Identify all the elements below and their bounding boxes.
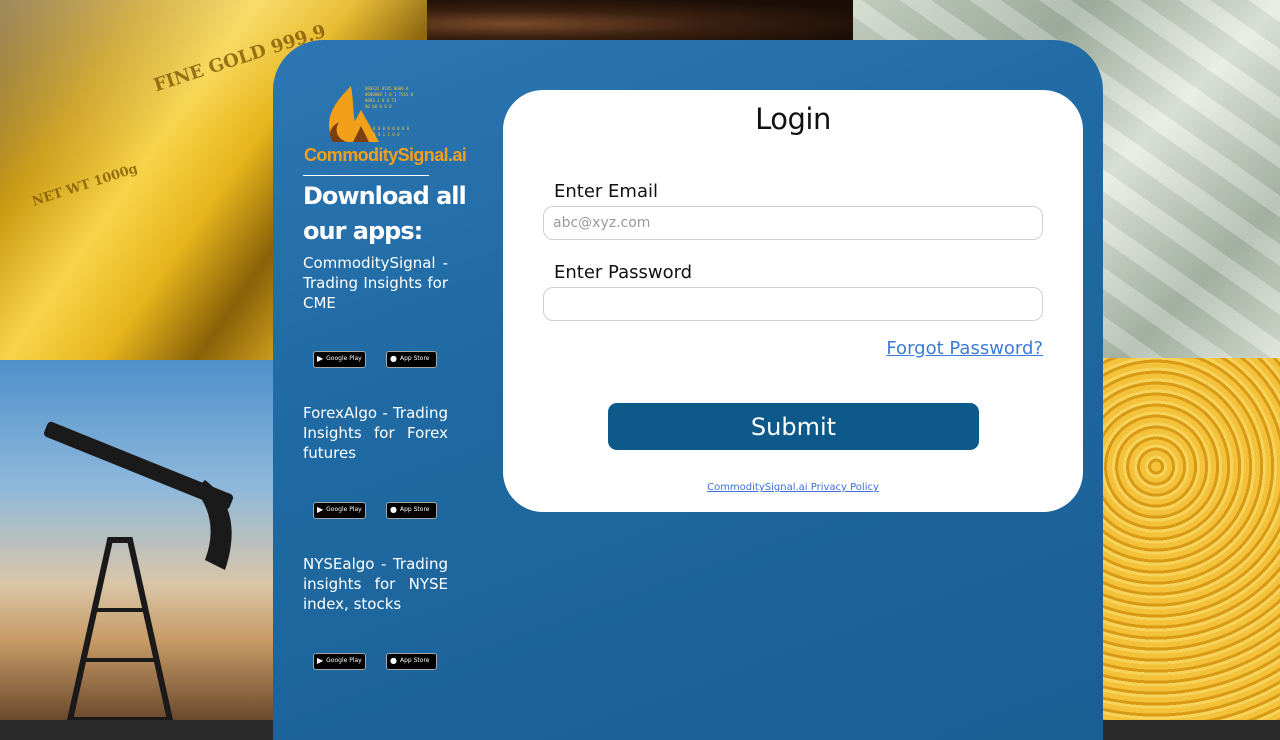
logo-divider: [303, 175, 429, 176]
oil-pump-background: [0, 360, 273, 720]
download-apps-heading: Download all our apps:: [303, 182, 467, 245]
login-title: Login: [755, 102, 831, 136]
submit-button[interactable]: Submit: [608, 403, 979, 450]
password-input[interactable]: [543, 287, 1043, 321]
google-play-badge[interactable]: ▶ Google Play: [313, 350, 366, 368]
forgot-password-link[interactable]: Forgot Password?: [886, 338, 1043, 359]
app-nysealgo: NYSEalgo - Trading insights for NYSE ind…: [303, 554, 448, 670]
corn-background: [1103, 358, 1280, 720]
google-play-badge[interactable]: ▶ Google Play: [313, 652, 366, 670]
google-play-icon: ▶: [317, 354, 324, 363]
store-badges: ▶ Google Play ● App Store: [303, 652, 448, 670]
flame-logo-icon: 000331 0185 0000 6 0000000 1 0 1 TSSS 0 …: [329, 86, 414, 142]
store-badges: ▶ Google Play ● App Store: [303, 350, 448, 368]
main-card: 000331 0185 0000 6 0000000 1 0 1 TSSS 0 …: [273, 40, 1103, 740]
google-play-badge-label: Google Play: [326, 657, 362, 664]
email-input[interactable]: [543, 206, 1043, 240]
apple-icon: ●: [390, 354, 397, 363]
google-play-icon: ▶: [317, 505, 324, 514]
coffee-beans-background: [427, 0, 853, 40]
email-label: Enter Email: [554, 181, 658, 202]
google-play-badge[interactable]: ▶ Google Play: [313, 501, 366, 519]
app-description: CommoditySignal - Trading Insights for C…: [303, 254, 448, 312]
apple-icon: ●: [390, 505, 397, 514]
apps-sidebar: 000331 0185 0000 6 0000000 1 0 1 TSSS 0 …: [303, 82, 467, 670]
app-store-badge-label: App Store: [399, 355, 430, 362]
app-store-badge-label: App Store: [399, 657, 430, 664]
google-play-icon: ▶: [317, 656, 324, 665]
app-description: NYSEalgo - Trading insights for NYSE ind…: [303, 555, 448, 613]
app-store-badge-label: App Store: [399, 506, 430, 513]
apple-icon: ●: [390, 656, 397, 665]
app-store-badge[interactable]: ● App Store: [386, 350, 437, 368]
app-store-badge[interactable]: ● App Store: [386, 501, 437, 519]
google-play-badge-label: Google Play: [326, 355, 362, 362]
privacy-policy-link[interactable]: CommoditySignal.ai Privacy Policy: [503, 482, 1083, 493]
app-commoditysignal: CommoditySignal - Trading Insights for C…: [303, 253, 448, 368]
logo-wordmark: CommoditySignal.ai: [304, 145, 467, 165]
svg-text:0003 1 0 0 71: 0003 1 0 0 71: [365, 98, 397, 103]
app-description: ForexAlgo - Trading Insights for Forex f…: [303, 404, 448, 462]
svg-text:000331 0185 0000 6: 000331 0185 0000 6: [365, 86, 409, 91]
svg-text:0000000 1 0 1 TSSS 0: 0000000 1 0 1 TSSS 0: [365, 92, 414, 97]
password-label: Enter Password: [554, 262, 693, 283]
gold-bar-weight: NET WT 1000g: [30, 161, 140, 210]
app-store-badge[interactable]: ● App Store: [386, 652, 437, 670]
login-panel: Login Enter Email Enter Password Forgot …: [503, 90, 1083, 512]
store-badges: ▶ Google Play ● App Store: [303, 501, 448, 519]
google-play-badge-label: Google Play: [326, 506, 362, 513]
svg-text:00 00 0 0 0: 00 00 0 0 0: [365, 104, 392, 109]
svg-text:0 0 0 0 0 0 0 0: 0 0 0 0 0 0 0 0: [373, 126, 410, 131]
brand-logo: 000331 0185 0000 6 0000000 1 0 1 TSSS 0 …: [303, 82, 467, 170]
app-forexalgo: ForexAlgo - Trading Insights for Forex f…: [303, 403, 448, 519]
svg-text:0 0 1 1 0 0: 0 0 1 1 0 0: [373, 132, 400, 137]
pumpjack-icon: [44, 421, 234, 720]
